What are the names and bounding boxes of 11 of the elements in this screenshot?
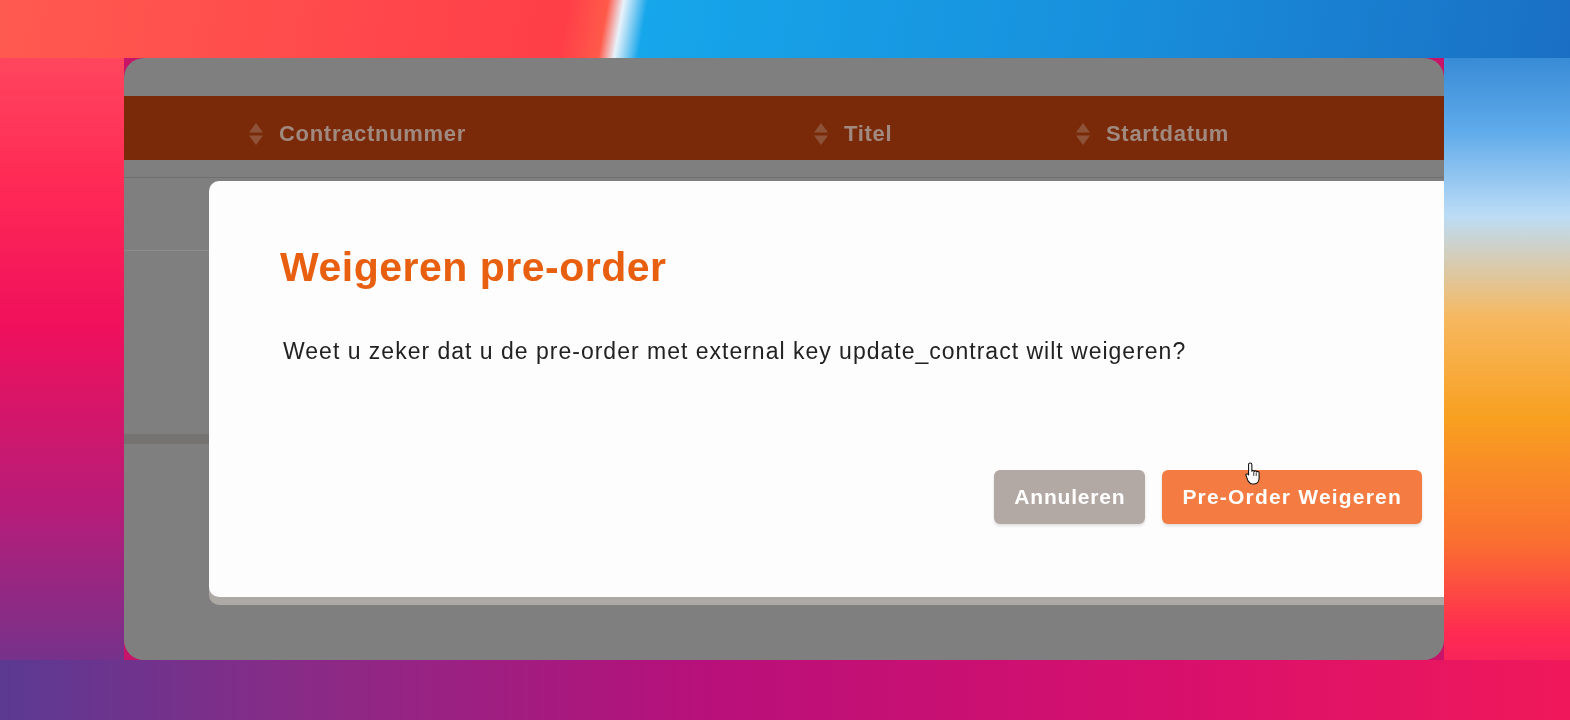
sort-icon[interactable] [1076, 123, 1090, 145]
sort-icon[interactable] [814, 123, 828, 145]
column-header[interactable]: Contractnummer [279, 121, 467, 147]
column-header[interactable]: Startdatum [1106, 121, 1230, 147]
cancel-button[interactable]: Annuleren [994, 470, 1146, 524]
dialog-message: Weet u zeker dat u de pre-order met external key update_contract wilt weigeren? [283, 337, 1187, 366]
sort-icon[interactable] [249, 123, 263, 145]
dialog-title: Weigeren pre-order [280, 243, 667, 292]
hand-pointer-icon [1245, 462, 1262, 485]
column-header[interactable]: Titel [844, 121, 893, 147]
reject-button[interactable]: Pre-Order Weigeren [1162, 470, 1422, 524]
